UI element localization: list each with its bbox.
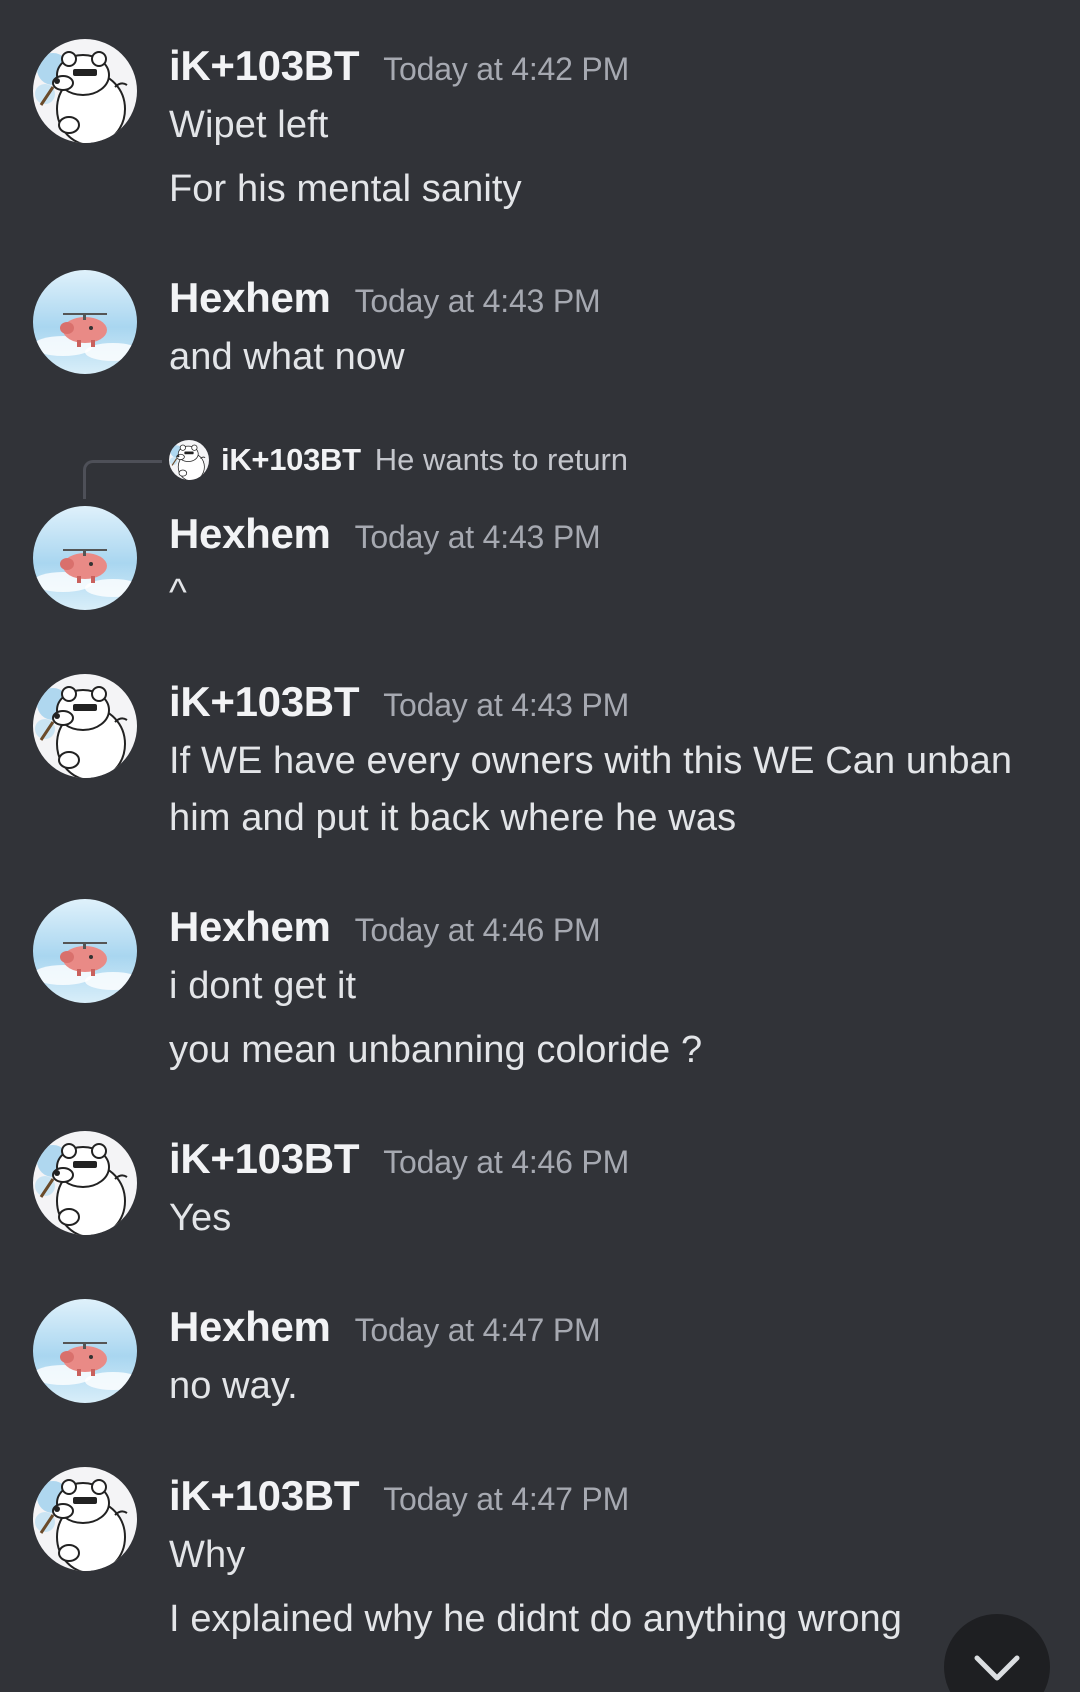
- message-header: iK+103BT Today at 4:46 PM: [169, 1135, 629, 1183]
- polar-bear-avatar[interactable]: [33, 674, 137, 778]
- flying-pig-avatar[interactable]: [33, 899, 137, 1003]
- timestamp: Today at 4:42 PM: [383, 51, 630, 87]
- timestamp: Today at 4:47 PM: [354, 1312, 601, 1348]
- message-header: Hexhem Today at 4:46 PM: [169, 903, 601, 951]
- message-text: Why: [169, 1534, 246, 1576]
- author-name[interactable]: Hexhem: [169, 274, 331, 322]
- message-header: iK+103BT Today at 4:43 PM: [169, 678, 629, 726]
- timestamp: Today at 4:43 PM: [354, 519, 601, 555]
- reply-spine: [83, 460, 162, 499]
- message-text: If WE have every owners with this WE Can…: [169, 740, 1013, 782]
- message-text: no way.: [169, 1365, 298, 1407]
- author-name[interactable]: iK+103BT: [169, 1135, 360, 1183]
- polar-bear-avatar[interactable]: [33, 1467, 137, 1571]
- author-name[interactable]: iK+103BT: [169, 42, 360, 90]
- message-text: Wipet left: [169, 104, 329, 146]
- polar-bear-avatar: [169, 440, 209, 480]
- author-name[interactable]: Hexhem: [169, 1303, 331, 1351]
- reply-reference[interactable]: iK+103BT He wants to return: [169, 440, 628, 480]
- message-text: and what now: [169, 336, 405, 378]
- timestamp: Today at 4:47 PM: [383, 1481, 630, 1517]
- message-header: Hexhem Today at 4:43 PM: [169, 510, 601, 558]
- message-text: i dont get it: [169, 965, 357, 1007]
- timestamp: Today at 4:46 PM: [383, 1144, 630, 1180]
- message-header: iK+103BT Today at 4:47 PM: [169, 1472, 629, 1520]
- message-header: Hexhem Today at 4:47 PM: [169, 1303, 601, 1351]
- timestamp: Today at 4:43 PM: [354, 283, 601, 319]
- timestamp: Today at 4:43 PM: [383, 687, 630, 723]
- message-text: Yes: [169, 1197, 232, 1239]
- author-name[interactable]: Hexhem: [169, 510, 331, 558]
- message-text: I explained why he didnt do anything wro…: [169, 1598, 903, 1640]
- author-name[interactable]: Hexhem: [169, 903, 331, 951]
- polar-bear-avatar[interactable]: [33, 1131, 137, 1235]
- flying-pig-avatar[interactable]: [33, 506, 137, 610]
- message-text: For his mental sanity: [169, 168, 522, 210]
- message-text: you mean unbanning coloride ?: [169, 1029, 703, 1071]
- author-name[interactable]: iK+103BT: [169, 1472, 360, 1520]
- timestamp: Today at 4:46 PM: [354, 912, 601, 948]
- message-header: iK+103BT Today at 4:42 PM: [169, 42, 629, 90]
- message-text: ^: [169, 572, 187, 614]
- reply-author: iK+103BT: [221, 442, 361, 477]
- flying-pig-avatar[interactable]: [33, 1299, 137, 1403]
- reply-text: He wants to return: [374, 442, 629, 477]
- chevron-down-icon: [974, 1655, 1020, 1681]
- message-text: him and put it back where he was: [169, 797, 737, 839]
- flying-pig-avatar[interactable]: [33, 270, 137, 374]
- jump-to-present-button[interactable]: [944, 1614, 1050, 1692]
- chat-message-list[interactable]: iK+103BT Today at 4:42 PM Wipet left For…: [0, 0, 1080, 1692]
- polar-bear-avatar[interactable]: [33, 39, 137, 143]
- author-name[interactable]: iK+103BT: [169, 678, 360, 726]
- message-header: Hexhem Today at 4:43 PM: [169, 274, 601, 322]
